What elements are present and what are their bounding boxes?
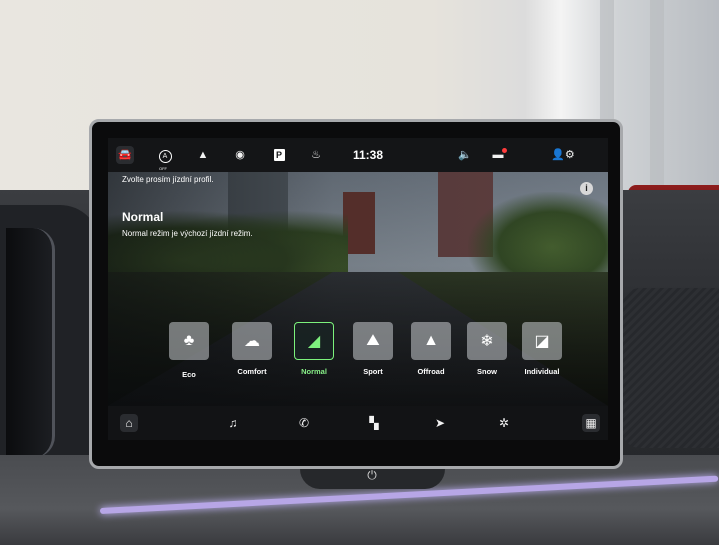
status-bar: 🚘 A OFF ▲ ◉ P ♨ 11:38 🔈 ▬ 👤⚙	[108, 138, 608, 172]
drive-mode-selector: ♣ Eco ☁ Comfort ◢ Normal ⛰ Sport ▲ Offro…	[108, 322, 608, 402]
hill-descent-icon[interactable]: ▲	[194, 146, 212, 164]
sport-icon: ⛰	[353, 322, 393, 360]
profile-prompt: Zvolte prosím jízdní profil.	[122, 175, 214, 184]
info-icon[interactable]: i	[580, 182, 593, 195]
air-vent	[6, 228, 55, 458]
auto-hold-icon[interactable]: A OFF	[156, 146, 174, 171]
selected-mode-title: Normal	[122, 210, 164, 224]
car-icon[interactable]: 🚘	[116, 146, 134, 164]
background-pillar	[650, 0, 664, 200]
mode-label: Eco	[182, 370, 196, 379]
parking-label: P	[273, 149, 285, 161]
snowflake-icon: ❄	[467, 322, 507, 360]
mode-sport[interactable]: ⛰ Sport	[344, 322, 402, 392]
mode-label: Comfort	[237, 367, 267, 376]
mode-eco[interactable]: ♣ Eco	[160, 322, 218, 392]
individual-icon: ◪	[522, 322, 562, 360]
mode-label: Sport	[363, 367, 383, 376]
mode-label: Offroad	[417, 367, 445, 376]
mountain-icon: ▲	[411, 322, 451, 360]
mode-snow[interactable]: ❄ Snow	[458, 322, 516, 392]
mode-label: Normal	[301, 367, 327, 376]
apps-icon[interactable]: ▦	[582, 414, 600, 432]
message-icon[interactable]: ▬	[489, 146, 507, 164]
phone-icon[interactable]: ✆	[295, 414, 313, 432]
infotainment-screen: 🚘 A OFF ▲ ◉ P ♨ 11:38 🔈 ▬ 👤⚙ Zvolte pros…	[108, 138, 608, 440]
camera-icon[interactable]: ◉	[231, 146, 249, 164]
selected-mode-description: Normal režim je výchozí jízdní režim.	[122, 229, 253, 238]
mode-label: Snow	[477, 367, 497, 376]
volume-icon[interactable]: 🔈	[456, 146, 474, 164]
home-icon[interactable]: ⌂	[120, 414, 138, 432]
mode-comfort[interactable]: ☁ Comfort	[223, 322, 281, 392]
navigation-icon[interactable]: ➤	[431, 414, 449, 432]
cloud-icon: ☁	[232, 322, 272, 360]
climate-icon[interactable]: ✲	[495, 414, 513, 432]
music-icon[interactable]: ♫	[224, 414, 242, 432]
mode-individual[interactable]: ◪ Individual	[513, 322, 571, 392]
heated-seat-icon[interactable]: ♨	[307, 146, 325, 164]
notification-dot	[502, 148, 507, 153]
car-menu-icon[interactable]: ▚	[365, 414, 383, 432]
mode-normal[interactable]: ◢ Normal	[285, 322, 343, 392]
drive-profile-panel: Zvolte prosím jízdní profil. i Normal No…	[108, 172, 608, 406]
dashboard-right-panel	[622, 288, 719, 448]
leaf-icon: ♣	[169, 322, 209, 360]
parking-icon[interactable]: P	[270, 146, 288, 164]
bottom-nav-bar: ⌂ ♫ ✆ ▚ ➤ ✲ ▦	[108, 406, 608, 440]
power-icon[interactable]: ⏻	[362, 467, 382, 483]
mode-label: Individual	[524, 367, 560, 376]
road-icon: ◢	[294, 322, 334, 360]
clock: 11:38	[353, 148, 384, 162]
mode-offroad[interactable]: ▲ Offroad	[402, 322, 460, 392]
profile-icon[interactable]: 👤⚙	[550, 146, 576, 164]
